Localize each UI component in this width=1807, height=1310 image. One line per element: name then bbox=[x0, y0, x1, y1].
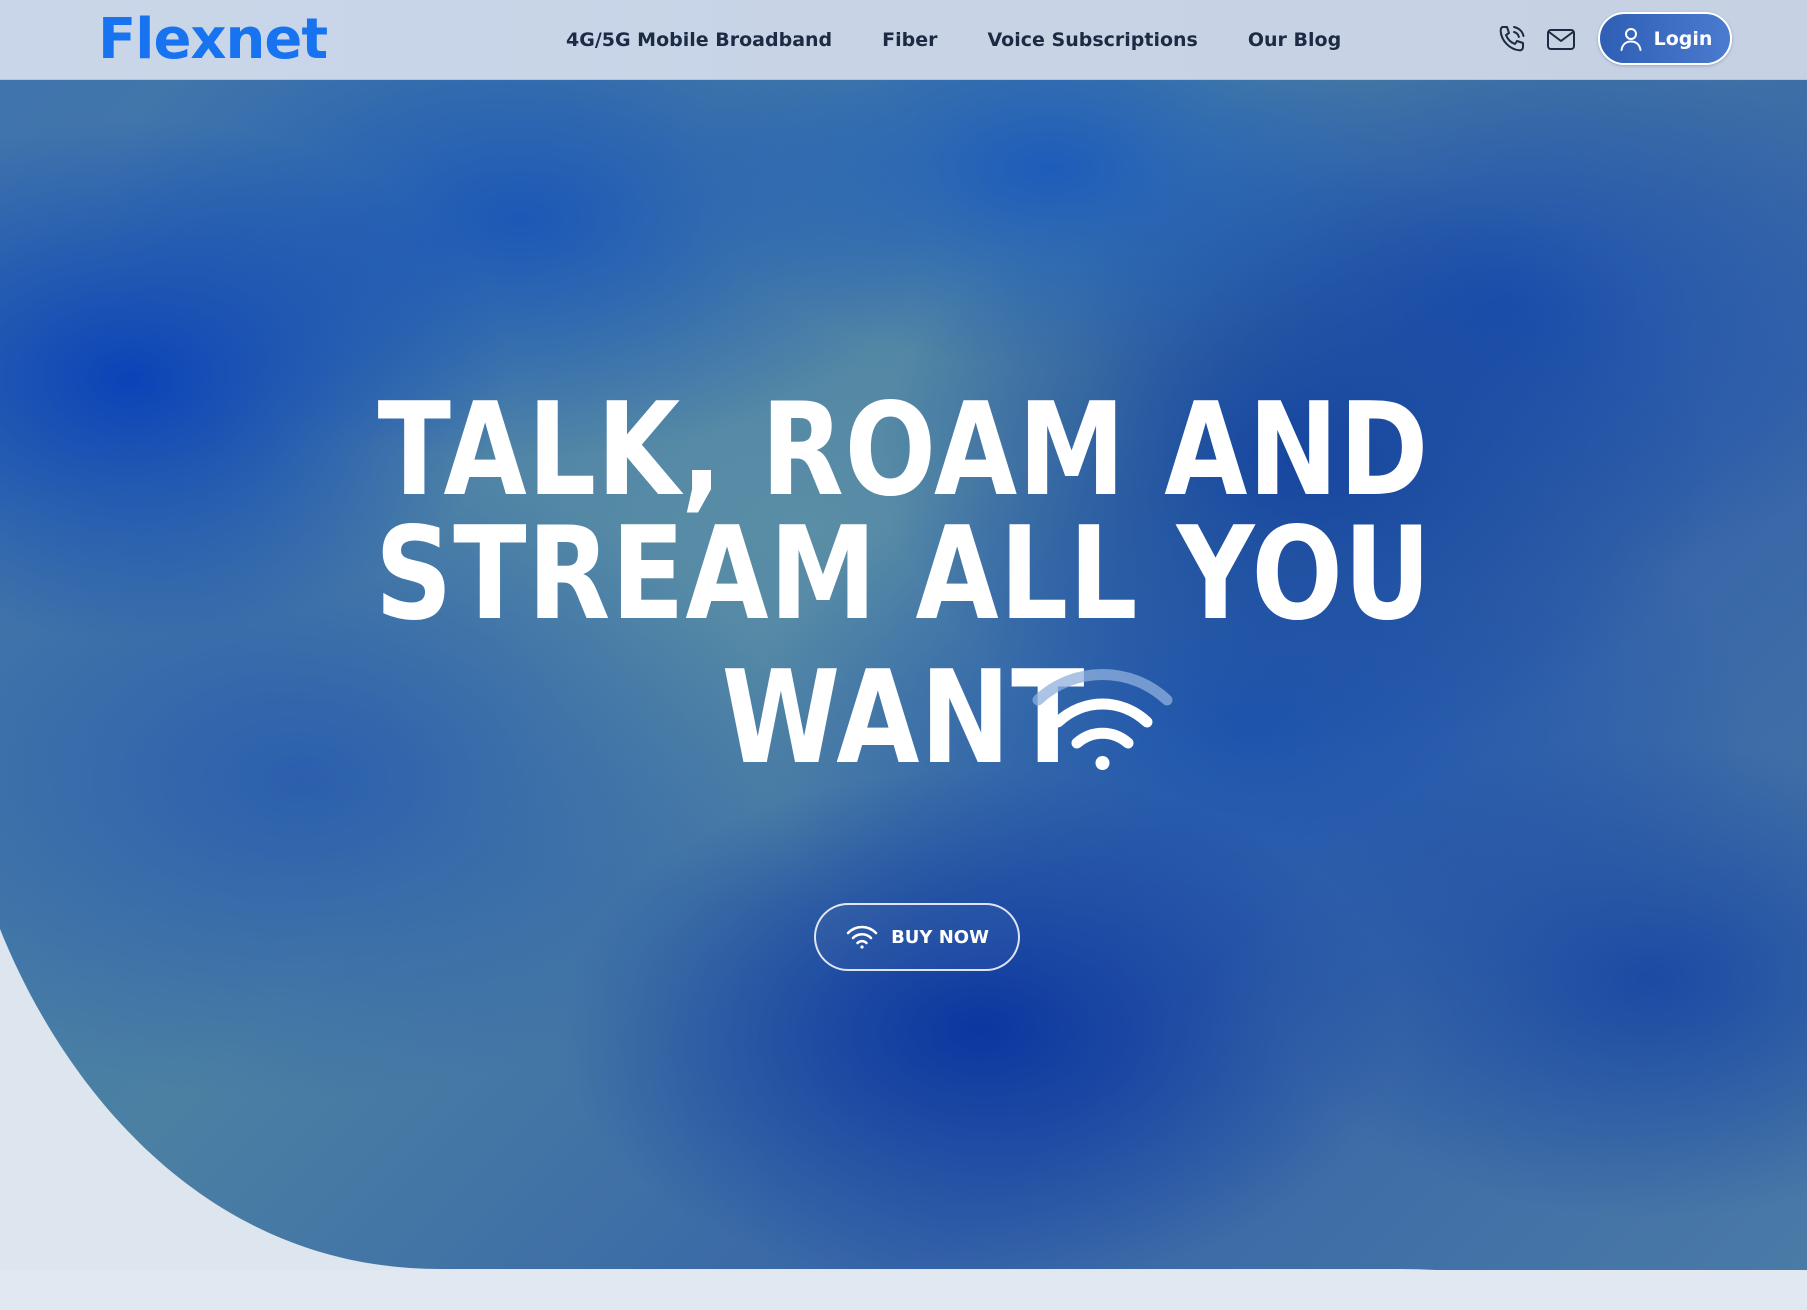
nav-item-fiber[interactable]: Fiber bbox=[882, 29, 937, 51]
buy-now-button[interactable]: BUY NOW bbox=[814, 903, 1020, 971]
user-icon bbox=[1618, 26, 1644, 52]
mail-icon[interactable] bbox=[1544, 22, 1578, 56]
wifi-icon bbox=[845, 924, 879, 950]
page: Flexnet 4G/5G Mobile Broadband Fiber Voi… bbox=[0, 0, 1807, 1310]
buy-now-label: BUY NOW bbox=[891, 926, 989, 948]
headline-line-1: TALK, ROAM AND bbox=[377, 376, 1430, 525]
wifi-icon bbox=[1032, 669, 1173, 770]
hero-section: TALK, ROAM AND STREAM ALL YOU WANT BUY N… bbox=[0, 79, 1807, 1270]
site-header: Flexnet 4G/5G Mobile Broadband Fiber Voi… bbox=[0, 0, 1807, 80]
login-label: Login bbox=[1653, 27, 1713, 50]
phone-icon[interactable] bbox=[1495, 22, 1529, 56]
nav-item-our-blog[interactable]: Our Blog bbox=[1248, 29, 1341, 51]
headline-line-2: STREAM ALL YOU bbox=[375, 500, 1432, 649]
logo[interactable]: Flexnet bbox=[98, 4, 328, 76]
login-button[interactable]: Login bbox=[1598, 12, 1732, 65]
hero-headline: TALK, ROAM AND STREAM ALL YOU WANT bbox=[144, 376, 1662, 783]
main-nav: 4G/5G Mobile Broadband Fiber Voice Subsc… bbox=[566, 0, 1391, 79]
nav-item-mobile-broadband[interactable]: 4G/5G Mobile Broadband bbox=[566, 29, 832, 51]
nav-item-voice-subscriptions[interactable]: Voice Subscriptions bbox=[988, 29, 1198, 51]
